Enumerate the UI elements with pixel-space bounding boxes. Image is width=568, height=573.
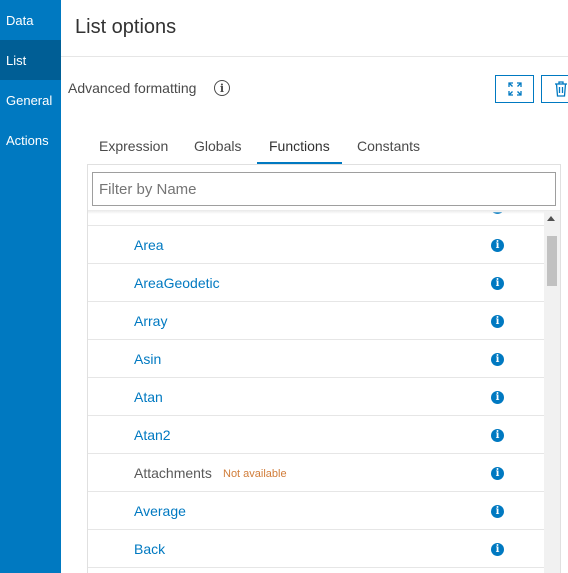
list-top-shadow xyxy=(88,210,560,214)
list-item: AreaGeodetic i xyxy=(88,264,544,302)
page-title: List options xyxy=(75,16,177,38)
info-icon[interactable]: i xyxy=(491,353,504,366)
nav-item-label: General xyxy=(6,92,53,108)
info-icon[interactable]: i xyxy=(491,277,504,290)
nav-item-list[interactable]: List xyxy=(0,40,61,80)
filter-input[interactable] xyxy=(92,172,556,206)
list-item: Area i xyxy=(88,226,544,264)
not-available-label: Not available xyxy=(223,468,287,480)
list-item: Atan2 i xyxy=(88,416,544,454)
nav-item-actions[interactable]: Actions xyxy=(0,120,61,160)
function-name[interactable]: Average xyxy=(134,503,186,519)
info-icon[interactable]: i xyxy=(491,391,504,404)
tab-globals[interactable]: Globals xyxy=(194,138,241,154)
tab-constants[interactable]: Constants xyxy=(357,138,420,154)
list-item: Back i xyxy=(88,530,544,568)
function-name[interactable]: Atan xyxy=(134,389,163,405)
list-item: Asin i xyxy=(88,340,544,378)
info-icon[interactable]: i xyxy=(491,467,504,480)
info-icon[interactable]: i xyxy=(491,239,504,252)
scroll-up-arrow-icon[interactable] xyxy=(547,216,555,221)
tab-functions[interactable]: Functions xyxy=(269,138,330,154)
list-item: Attachments Not available i xyxy=(88,454,544,492)
list-item: Average i xyxy=(88,492,544,530)
function-name[interactable]: AreaGeodetic xyxy=(134,275,220,291)
list-item: Atan i xyxy=(88,378,544,416)
side-nav: Data List General Actions xyxy=(0,0,61,573)
tab-expression[interactable]: Expression xyxy=(99,138,168,154)
list-item: Array i xyxy=(88,302,544,340)
expand-icon xyxy=(507,82,522,96)
functions-list: i Area i AreaGeodetic i Array i Asin i A… xyxy=(88,212,544,573)
nav-item-label: Data xyxy=(6,12,34,28)
function-name[interactable]: Asin xyxy=(134,351,161,367)
nav-item-data[interactable]: Data xyxy=(0,0,61,40)
info-circle-icon[interactable]: i xyxy=(214,80,230,96)
nav-item-label: List xyxy=(6,52,27,68)
info-icon[interactable]: i xyxy=(491,543,504,556)
nav-item-general[interactable]: General xyxy=(0,80,61,120)
expand-button[interactable] xyxy=(495,75,534,103)
info-icon[interactable]: i xyxy=(491,429,504,442)
function-name: Attachments xyxy=(134,465,212,481)
header-divider xyxy=(61,56,568,57)
delete-button[interactable] xyxy=(541,75,568,103)
scrollbar-thumb[interactable] xyxy=(547,236,557,286)
function-name[interactable]: Area xyxy=(134,237,164,253)
trash-icon xyxy=(555,81,567,97)
info-icon[interactable]: i xyxy=(491,315,504,328)
list-item: i xyxy=(88,212,544,226)
function-name[interactable]: Array xyxy=(134,313,167,329)
function-name[interactable]: Back xyxy=(134,541,165,557)
nav-item-label: Actions xyxy=(6,132,49,148)
function-name[interactable]: Atan2 xyxy=(134,427,171,443)
advanced-formatting-label: Advanced formatting xyxy=(68,80,197,96)
info-icon[interactable]: i xyxy=(491,505,504,518)
